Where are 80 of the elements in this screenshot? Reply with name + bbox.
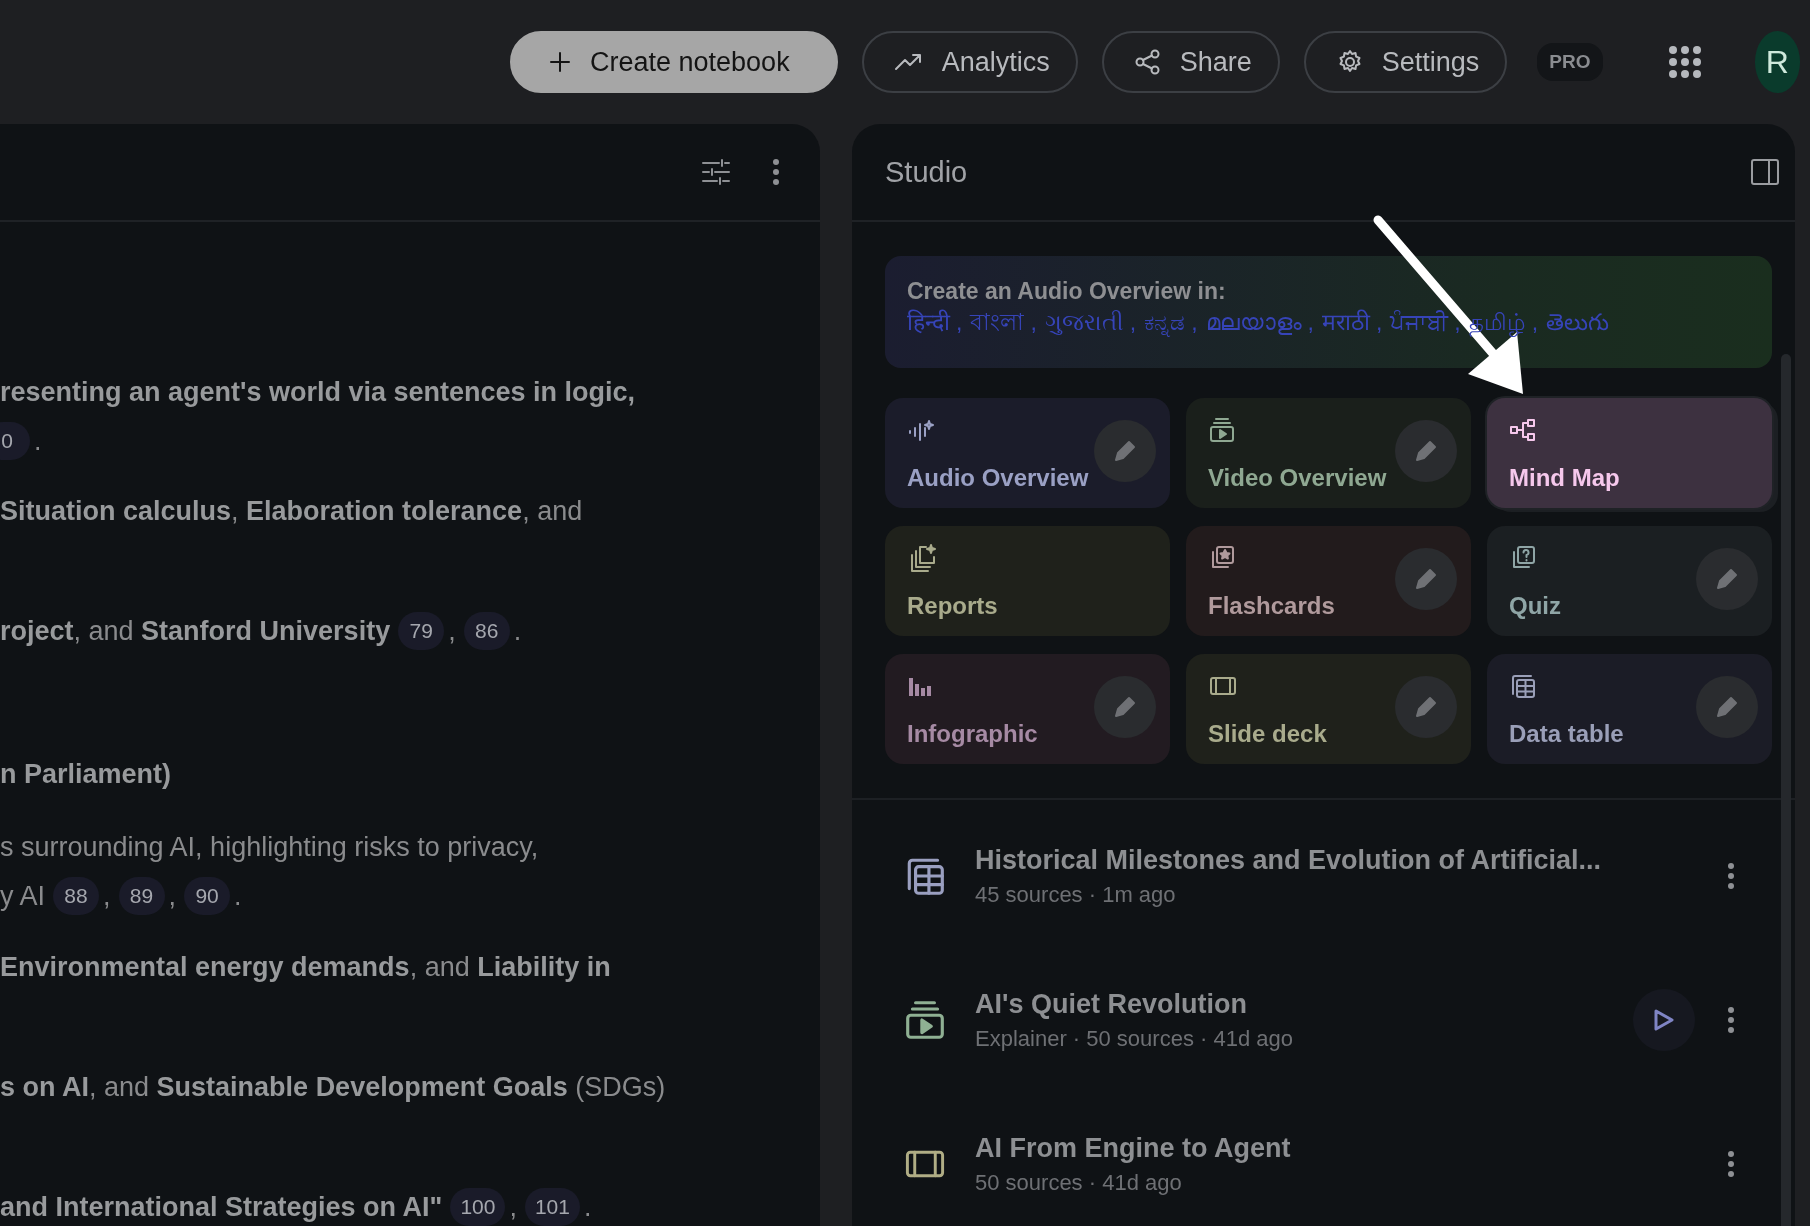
summary-text: ,: [509, 1191, 517, 1223]
studio-tool-card[interactable]: Slide deck: [1186, 654, 1471, 764]
scrollbar[interactable]: [1781, 354, 1791, 1226]
banner-text: Create an Audio Overview in:: [907, 278, 1226, 304]
tool-label: Audio Overview: [907, 464, 1090, 492]
citation-chip[interactable]: 79: [398, 612, 445, 650]
output-title[interactable]: Historical Milestones and Evolution of Artificial...: [975, 844, 1727, 876]
studio-tool-card[interactable]: Quiz: [1487, 526, 1772, 636]
tool-label: Data table: [1509, 720, 1625, 748]
waveform-icon: [907, 417, 935, 443]
more-icon[interactable]: [1727, 862, 1735, 890]
tool-label: Infographic: [907, 720, 1039, 748]
share-button[interactable]: Share: [1101, 31, 1280, 93]
summary-text: ,: [103, 880, 111, 912]
summary-text: Environmental energy demands, and Liability in: [0, 951, 611, 983]
more-icon[interactable]: [1727, 1006, 1735, 1034]
citation-chip[interactable]: 90: [184, 877, 231, 915]
summary-text: ,: [448, 615, 456, 647]
create-notebook-button[interactable]: Create notebook: [510, 31, 838, 93]
settings-button[interactable]: Settings: [1303, 31, 1508, 93]
studio-tool-card[interactable]: Data table: [1487, 654, 1772, 764]
more-icon[interactable]: [772, 158, 780, 186]
summary-text: .: [513, 615, 522, 647]
pro-badge: PRO: [1537, 43, 1603, 81]
table-icon: [1509, 672, 1537, 700]
video-stack-icon: [903, 998, 947, 1042]
summary-text: s surrounding AI, highlighting risks to privacy,: [0, 831, 539, 863]
studio-tool-card[interactable]: Video Overview: [1186, 398, 1471, 508]
separator-text: ,: [1454, 309, 1461, 335]
tool-label: Reports: [907, 592, 999, 620]
mind-map-icon: [1509, 418, 1537, 442]
tool-label: Video Overview: [1208, 464, 1388, 492]
summary-text: and International Strategies on AI": [0, 1191, 443, 1223]
summary-text: ,: [168, 880, 177, 912]
summary-text: s on AI, and Sustainable Development Goals (SDGs): [0, 1071, 666, 1103]
separator-text: ,: [1531, 309, 1539, 335]
summary-text: resenting an agent's world via sentences in logic,: [0, 376, 636, 408]
separator-text: ,: [1375, 309, 1383, 335]
tool-label: Mind Map: [1509, 464, 1621, 492]
plus-icon: [548, 50, 572, 74]
tool-label: Flashcards: [1208, 592, 1336, 620]
more-icon[interactable]: [1727, 1150, 1735, 1178]
panel-title: Studio: [885, 155, 968, 189]
tool-label: Slide deck: [1208, 720, 1328, 748]
summary-text: .: [584, 1191, 592, 1223]
account-avatar[interactable]: R: [1754, 31, 1800, 93]
tool-label: Quiz: [1509, 592, 1562, 620]
citation-chip[interactable]: 100: [450, 1188, 506, 1226]
summary-text: y AI: [0, 880, 46, 912]
separator-text: ,: [1129, 309, 1137, 335]
panel-toggle-icon: [1749, 156, 1781, 188]
summary-text: Situation calculus, Elaboration tolerance, and: [0, 495, 583, 527]
summary-text: roject, and Stanford University: [0, 615, 391, 647]
separator-text: ,: [956, 309, 963, 335]
separator-text: ,: [1191, 309, 1198, 335]
citation-chip[interactable]: 89: [118, 877, 165, 915]
video-stack-icon: [1208, 417, 1236, 443]
summary-text: n Parliament): [0, 758, 172, 790]
output-title[interactable]: AI From Engine to Agent: [975, 1132, 1727, 1164]
summary-text: .: [34, 425, 42, 457]
studio-tool-card[interactable]: Reports: [885, 526, 1170, 636]
output-meta: Explainer · 50 sources · 41d ago: [975, 1025, 1294, 1052]
summary-text: .: [234, 880, 242, 912]
share-icon: [1133, 48, 1162, 76]
studio-tool-card[interactable]: Infographic: [885, 654, 1170, 764]
tune-icon: [700, 156, 732, 188]
citation-chip[interactable]: 88: [53, 877, 100, 915]
citation-chip[interactable]: 0: [0, 422, 30, 460]
citation-chip[interactable]: 86: [463, 612, 510, 650]
output-meta: 45 sources · 1m ago: [975, 881, 1177, 908]
separator-text: ,: [1307, 309, 1314, 335]
citation-chip[interactable]: 101: [524, 1188, 580, 1226]
separator-text: ,: [1030, 309, 1037, 335]
analytics-button[interactable]: Analytics: [861, 31, 1078, 93]
output-title[interactable]: AI's Quiet Revolution: [975, 988, 1633, 1020]
studio-tool-card[interactable]: Audio Overview: [885, 398, 1170, 508]
output-meta: 50 sources · 41d ago: [975, 1169, 1183, 1196]
slides-icon: [1208, 674, 1238, 698]
studio-tool-card[interactable]: Flashcards: [1186, 526, 1471, 636]
play-icon: [1653, 1008, 1675, 1032]
